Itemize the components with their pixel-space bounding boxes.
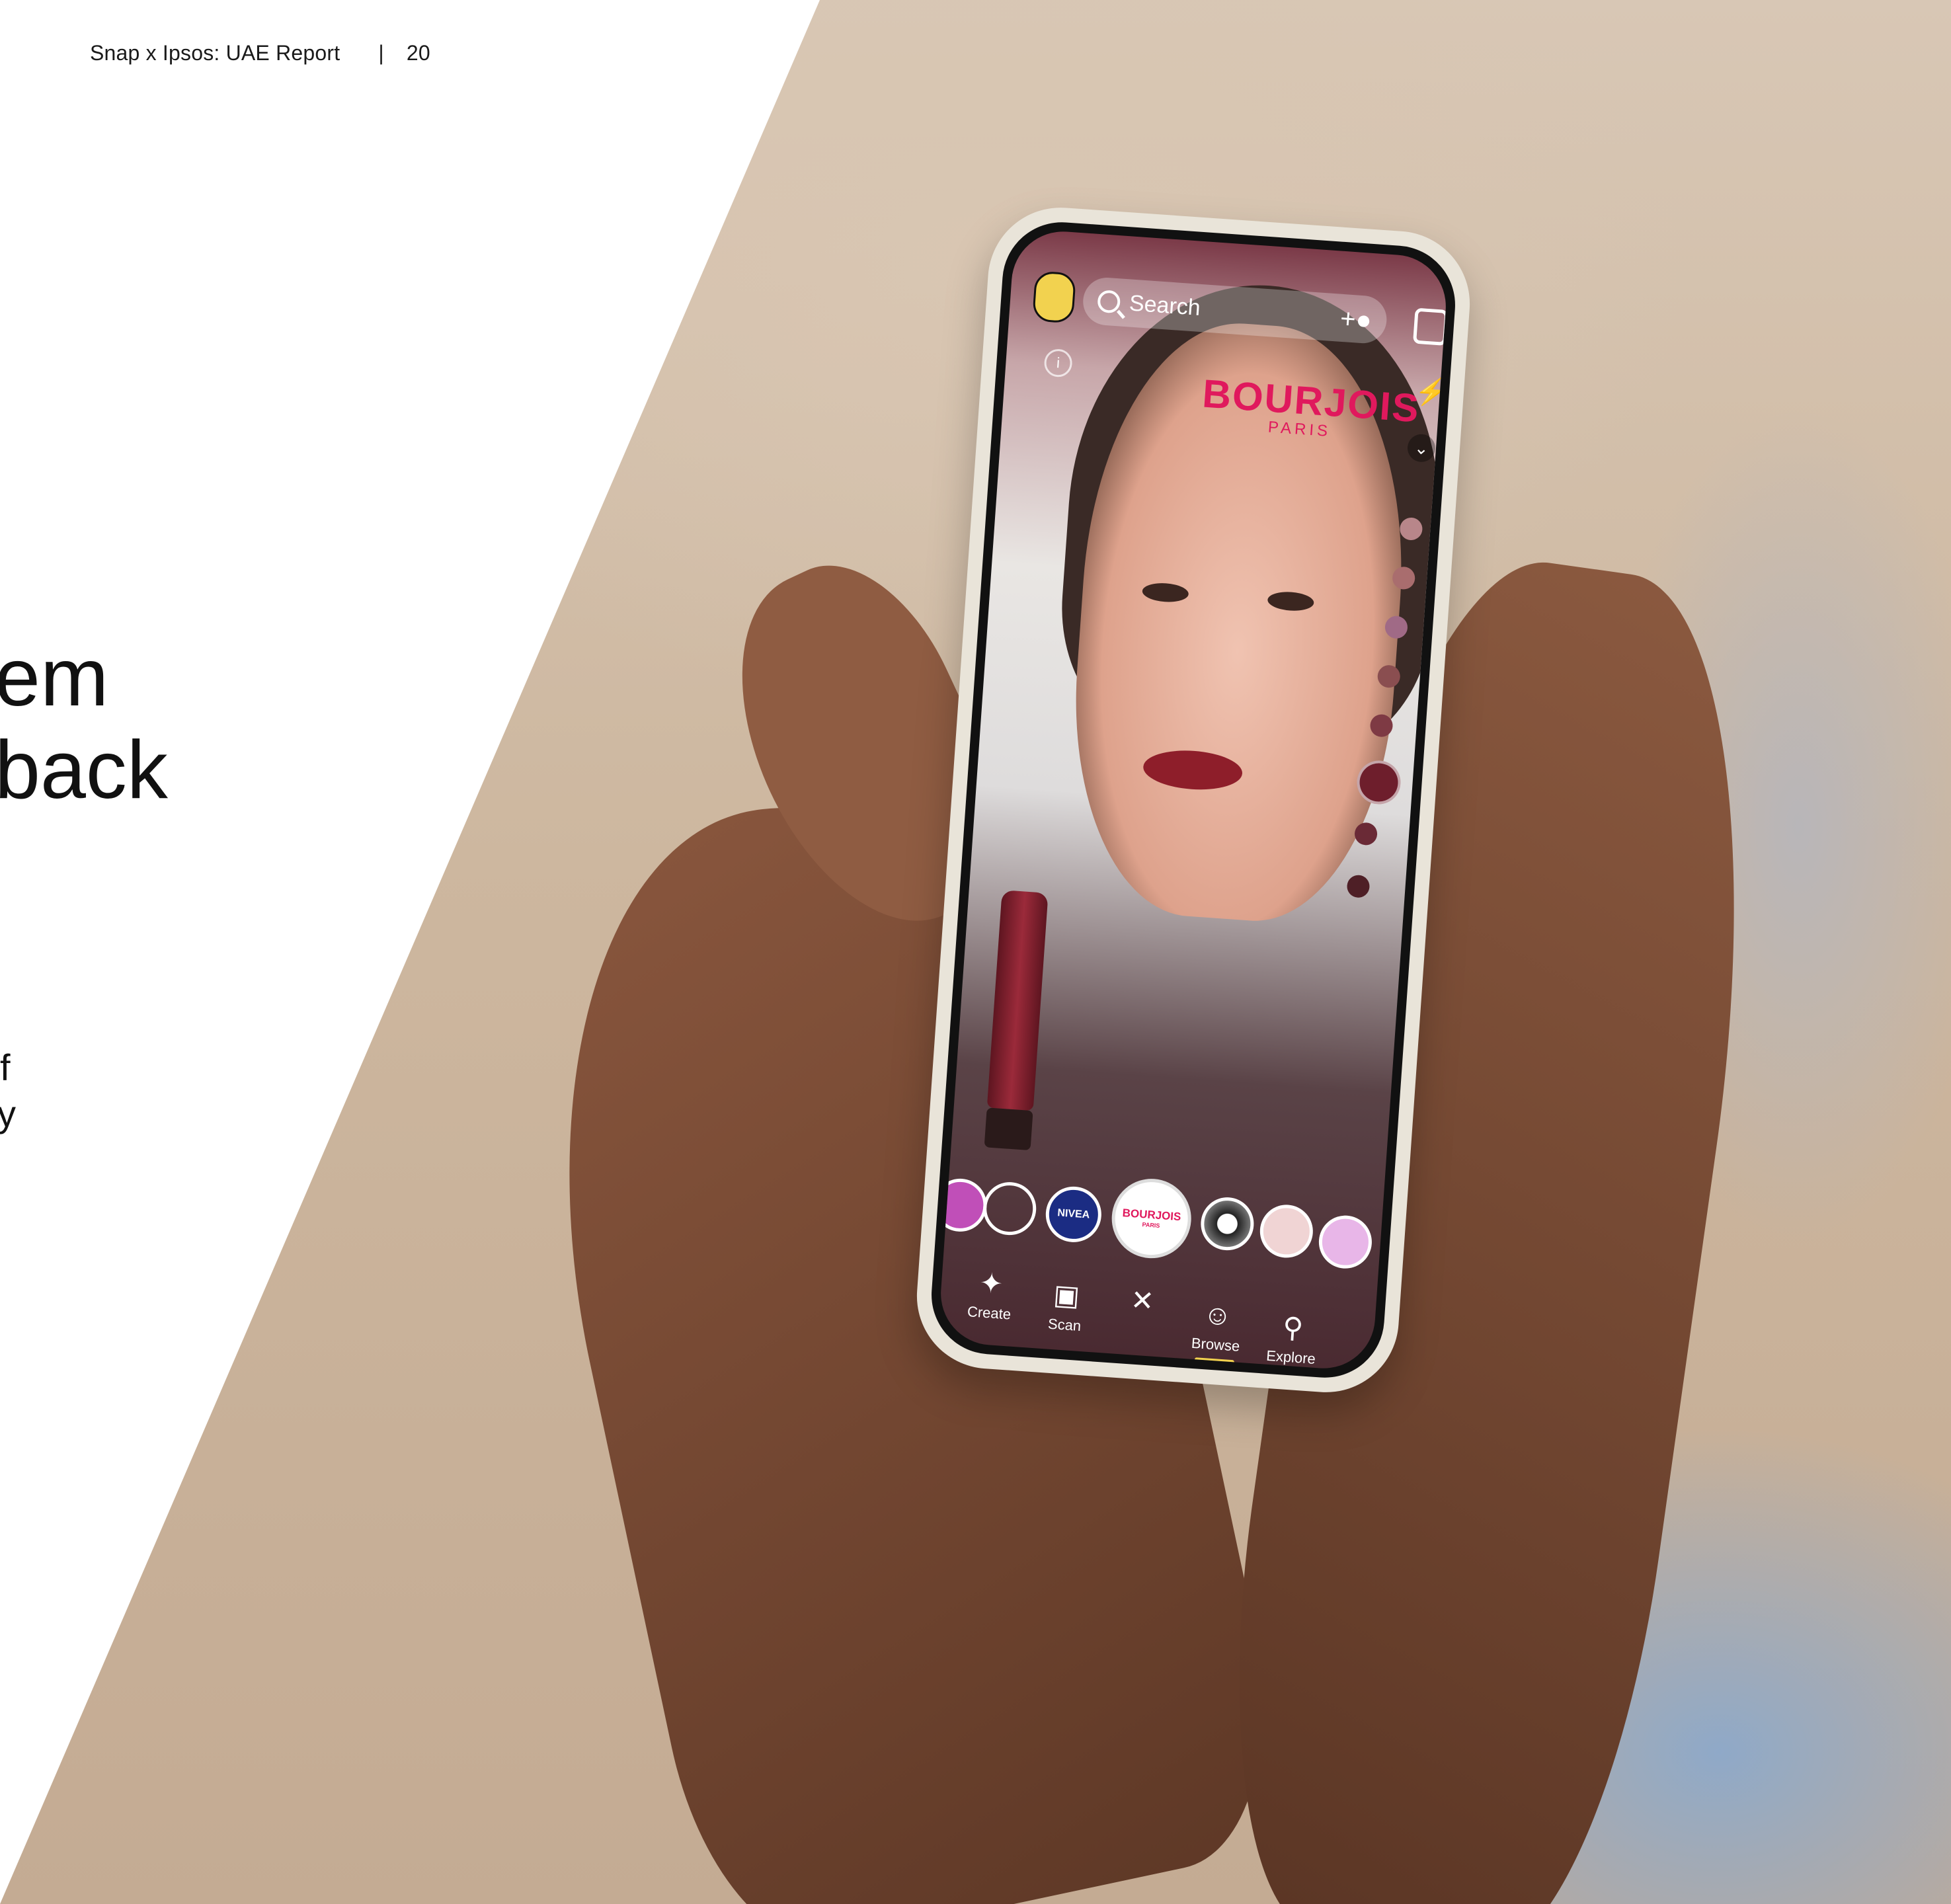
headline-line-2: back [0, 725, 168, 816]
scan-icon: ▣ [1052, 1279, 1081, 1312]
flip-camera-icon[interactable] [1412, 307, 1449, 346]
nivea-label: NIVEA [1056, 1207, 1090, 1221]
body-text: f y [0, 1045, 16, 1137]
search-placeholder: Search [1128, 290, 1202, 321]
nav-explore-label: Explore [1265, 1347, 1316, 1367]
smiley-icon: ☺ [1202, 1298, 1233, 1331]
body-line-2: y [0, 1093, 16, 1134]
info-icon[interactable]: i [1043, 348, 1074, 378]
report-page: Search +● i ⚡ ⌄ BOURJOIS PARIS NIVEA BOU… [0, 0, 1951, 1904]
nav-active-indicator [1194, 1357, 1235, 1365]
report-title: Snap x Ipsos: UAE Report [90, 41, 340, 65]
nav-create[interactable]: ✦ Create [952, 1265, 1029, 1324]
lens-nivea[interactable]: NIVEA [1044, 1185, 1103, 1244]
shade-swatch[interactable] [1346, 874, 1371, 898]
lens-item[interactable] [1317, 1213, 1374, 1271]
body-line-1: f [0, 1047, 11, 1088]
nav-explore[interactable]: ⚲ Explore [1254, 1309, 1331, 1368]
header-separator: | [378, 41, 384, 65]
nav-browse-label: Browse [1191, 1334, 1241, 1355]
nav-scan[interactable]: ▣ Scan [1027, 1277, 1104, 1336]
page-header: Snap x Ipsos: UAE Report | 20 [90, 41, 430, 65]
headline-line-1: em [0, 632, 109, 723]
shade-swatch[interactable] [1353, 822, 1378, 846]
bitmoji-avatar[interactable] [1031, 270, 1077, 324]
close-lens-button[interactable]: ✕ [1105, 1282, 1180, 1325]
explore-icon: ⚲ [1281, 1311, 1304, 1344]
magic-wand-icon: ✦ [978, 1267, 1004, 1300]
nav-browse[interactable]: ☺ Browse [1179, 1297, 1255, 1356]
headline: em back [0, 631, 168, 816]
nav-create-label: Create [967, 1303, 1012, 1323]
smartphone: Search +● i ⚡ ⌄ BOURJOIS PARIS NIVEA BOU… [912, 202, 1475, 1398]
page-number: 20 [406, 41, 430, 65]
nav-scan-label: Scan [1047, 1315, 1082, 1335]
search-icon [1097, 290, 1121, 314]
add-friend-icon[interactable]: +● [1339, 304, 1373, 336]
lens-bourjois-selected[interactable]: BOURJOIS PARIS [1109, 1176, 1194, 1261]
phone-bezel: Search +● i ⚡ ⌄ BOURJOIS PARIS NIVEA BOU… [927, 218, 1460, 1382]
lens-item[interactable] [1258, 1203, 1315, 1260]
bourjois-lens-sub: PARIS [1142, 1221, 1160, 1230]
lipstick-product [984, 890, 1049, 1151]
lens-capture-button[interactable] [981, 1180, 1038, 1237]
phone-screen: Search +● i ⚡ ⌄ BOURJOIS PARIS NIVEA BOU… [937, 228, 1450, 1372]
lens-item[interactable] [1199, 1195, 1256, 1252]
lens-item[interactable] [937, 1177, 989, 1234]
close-icon: ✕ [1129, 1284, 1156, 1317]
